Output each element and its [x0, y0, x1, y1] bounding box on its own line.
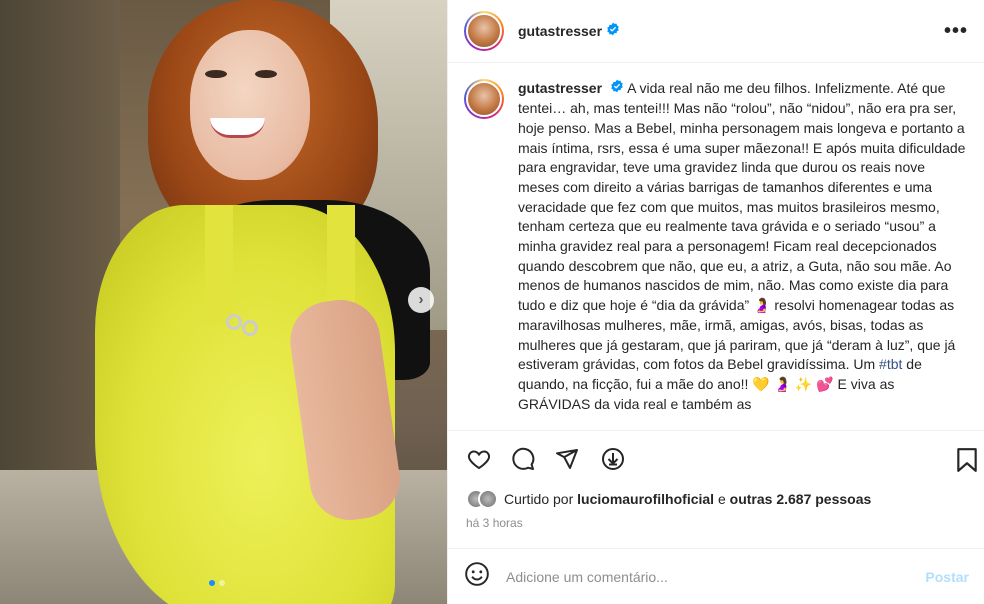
- caption-text: A vida real não me deu filhos. Infelizme…: [518, 80, 966, 373]
- photo-eye: [255, 70, 277, 78]
- comment-bar: Postar: [448, 548, 984, 604]
- post-header: gutastresser •••: [448, 0, 984, 63]
- download-circle-icon[interactable]: [600, 447, 626, 476]
- post-timestamp[interactable]: há 3 horas: [466, 516, 523, 530]
- post-sidebar: gutastresser ••• gutastresser A vida rea…: [447, 0, 984, 604]
- hashtag-link[interactable]: #tbt: [879, 356, 902, 372]
- chevron-right-icon: ›: [418, 291, 424, 308]
- comment-input[interactable]: [506, 568, 926, 585]
- likes-summary: Curtido por luciomaurofilhoficial e outr…: [466, 489, 871, 509]
- verified-badge-icon: [606, 22, 620, 41]
- heart-icon[interactable]: [466, 447, 492, 476]
- author-username[interactable]: gutastresser: [518, 23, 602, 39]
- carousel-indicator: [209, 580, 225, 586]
- post-image[interactable]: ›: [0, 0, 447, 604]
- post-comment-button[interactable]: Postar: [925, 569, 969, 585]
- liked-others-link[interactable]: outras 2.687 pessoas: [730, 491, 872, 507]
- caption-username[interactable]: gutastresser: [518, 80, 602, 96]
- action-bar: [448, 430, 984, 490]
- carousel-dot-active: [209, 580, 215, 586]
- share-icon[interactable]: [554, 447, 580, 476]
- liker-avatar[interactable]: [478, 489, 498, 509]
- caption-author-avatar[interactable]: [464, 79, 504, 119]
- verified-badge-icon: [610, 79, 624, 99]
- carousel-dot: [219, 580, 225, 586]
- emoji-icon[interactable]: [464, 561, 490, 592]
- bookmark-icon[interactable]: [956, 447, 978, 478]
- comment-icon[interactable]: [510, 447, 536, 476]
- next-image-button[interactable]: ›: [408, 287, 434, 313]
- caption: gutastresser A vida real não me deu filh…: [518, 79, 968, 414]
- photo-ring: [226, 314, 242, 330]
- photo-eye: [205, 70, 227, 78]
- liked-by-user[interactable]: luciomaurofilhoficial: [577, 491, 714, 507]
- liked-mid: e: [714, 491, 730, 507]
- author-avatar[interactable]: [464, 11, 504, 51]
- caption-area: gutastresser A vida real não me deu filh…: [448, 63, 984, 430]
- liked-by-label: Curtido por: [504, 491, 578, 507]
- photo-ring: [242, 320, 258, 336]
- photo-face: [190, 30, 310, 180]
- more-options-icon[interactable]: •••: [944, 20, 968, 43]
